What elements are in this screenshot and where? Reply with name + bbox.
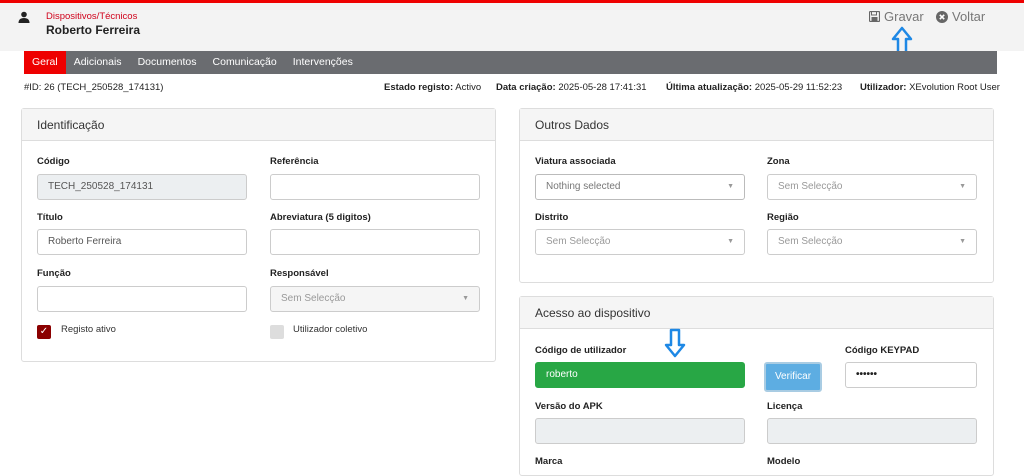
active-record-checkbox[interactable]: ✓ bbox=[37, 325, 51, 339]
tab-bar: Geral Adicionais Documentos Comunicação … bbox=[24, 51, 997, 74]
reference-field[interactable] bbox=[270, 174, 480, 200]
brand-label: Marca bbox=[535, 456, 563, 467]
apk-version-field bbox=[535, 418, 745, 444]
apk-version-label: Versão do APK bbox=[535, 401, 603, 412]
region-select[interactable]: Sem Selecção ▼ bbox=[767, 229, 977, 255]
record-user: Utilizador: XEvolution Root User bbox=[860, 82, 1000, 93]
back-button[interactable]: Voltar bbox=[936, 9, 985, 24]
record-id: #ID: 26 (TECH_250528_174131) bbox=[24, 82, 164, 93]
user-code-field[interactable]: roberto bbox=[535, 362, 745, 388]
zone-select[interactable]: Sem Selecção ▼ bbox=[767, 174, 977, 200]
caret-down-icon: ▼ bbox=[727, 238, 734, 245]
responsible-select-value: Sem Selecção bbox=[281, 293, 346, 304]
creation-date-value: 2025-05-28 17:41:31 bbox=[558, 82, 647, 93]
vehicle-select[interactable]: Nothing selected ▼ bbox=[535, 174, 745, 200]
creation-date-label: Data criação: bbox=[496, 82, 556, 93]
zone-label: Zona bbox=[767, 156, 790, 167]
record-user-label: Utilizador: bbox=[860, 82, 907, 93]
device-access-panel-title: Acesso ao dispositivo bbox=[520, 297, 993, 329]
vehicle-select-value: Nothing selected bbox=[546, 181, 621, 192]
record-user-value: XEvolution Root User bbox=[909, 82, 1000, 93]
district-select-value: Sem Selecção bbox=[546, 236, 611, 247]
last-update: Última atualização: 2025-05-29 11:52:23 bbox=[666, 82, 842, 93]
collective-user-checkbox[interactable] bbox=[270, 325, 284, 339]
breadcrumb[interactable]: Dispositivos/Técnicos bbox=[46, 11, 137, 22]
responsible-label: Responsável bbox=[270, 268, 329, 279]
page-header: Dispositivos/Técnicos Roberto Ferreira G… bbox=[0, 3, 1024, 51]
model-label: Modelo bbox=[767, 456, 801, 467]
other-data-panel-title: Outros Dados bbox=[520, 109, 993, 141]
last-update-value: 2025-05-29 11:52:23 bbox=[754, 82, 843, 93]
last-update-label: Última atualização: bbox=[666, 82, 753, 93]
verify-button[interactable]: Verificar bbox=[764, 362, 822, 392]
caret-down-icon: ▼ bbox=[959, 183, 966, 190]
code-label: Código bbox=[37, 156, 70, 167]
user-code-label: Código de utilizador bbox=[535, 345, 627, 356]
user-icon bbox=[18, 11, 30, 23]
vehicle-label: Viatura associada bbox=[535, 156, 616, 167]
floppy-disk-icon bbox=[869, 11, 880, 22]
district-label: Distrito bbox=[535, 212, 569, 223]
license-field bbox=[767, 418, 977, 444]
caret-down-icon: ▼ bbox=[462, 295, 469, 302]
caret-down-icon: ▼ bbox=[727, 183, 734, 190]
function-field[interactable] bbox=[37, 286, 247, 312]
abbreviation-label: Abreviatura (5 digitos) bbox=[270, 212, 371, 223]
back-label: Voltar bbox=[952, 9, 986, 24]
tab-geral[interactable]: Geral bbox=[24, 51, 66, 74]
region-label: Região bbox=[767, 212, 799, 223]
tab-intervencoes[interactable]: Intervenções bbox=[285, 51, 361, 74]
record-status: Estado registo: Activo bbox=[384, 82, 481, 93]
keypad-code-field[interactable]: •••••• bbox=[845, 362, 977, 388]
tab-adicionais[interactable]: Adicionais bbox=[66, 51, 130, 74]
abbreviation-field[interactable] bbox=[270, 229, 480, 255]
responsible-select: Sem Selecção ▼ bbox=[270, 286, 480, 312]
region-select-value: Sem Selecção bbox=[778, 236, 843, 247]
save-button[interactable]: Gravar bbox=[869, 9, 924, 24]
zone-select-value: Sem Selecção bbox=[778, 181, 843, 192]
save-label: Gravar bbox=[884, 9, 924, 24]
collective-user-label: Utilizador coletivo bbox=[293, 324, 368, 335]
title-field[interactable]: Roberto Ferreira bbox=[37, 229, 247, 255]
page-title: Roberto Ferreira bbox=[46, 23, 141, 37]
caret-down-icon: ▼ bbox=[959, 238, 966, 245]
tab-documentos[interactable]: Documentos bbox=[130, 51, 205, 74]
function-label: Função bbox=[37, 268, 71, 279]
keypad-code-label: Código KEYPAD bbox=[845, 345, 920, 356]
reference-label: Referência bbox=[270, 156, 319, 167]
district-select[interactable]: Sem Selecção ▼ bbox=[535, 229, 745, 255]
arrow-down-icon bbox=[664, 328, 686, 358]
license-label: Licença bbox=[767, 401, 803, 412]
close-circle-icon bbox=[936, 10, 948, 23]
identification-panel-title: Identificação bbox=[22, 109, 495, 141]
tab-comunicacao[interactable]: Comunicação bbox=[205, 51, 285, 74]
code-field: TECH_250528_174131 bbox=[37, 174, 247, 200]
title-label: Título bbox=[37, 212, 63, 223]
active-record-label: Registo ativo bbox=[61, 324, 116, 335]
creation-date: Data criação: 2025-05-28 17:41:31 bbox=[496, 82, 647, 93]
record-status-label: Estado registo: bbox=[384, 82, 454, 93]
record-status-value: Activo bbox=[455, 82, 482, 93]
